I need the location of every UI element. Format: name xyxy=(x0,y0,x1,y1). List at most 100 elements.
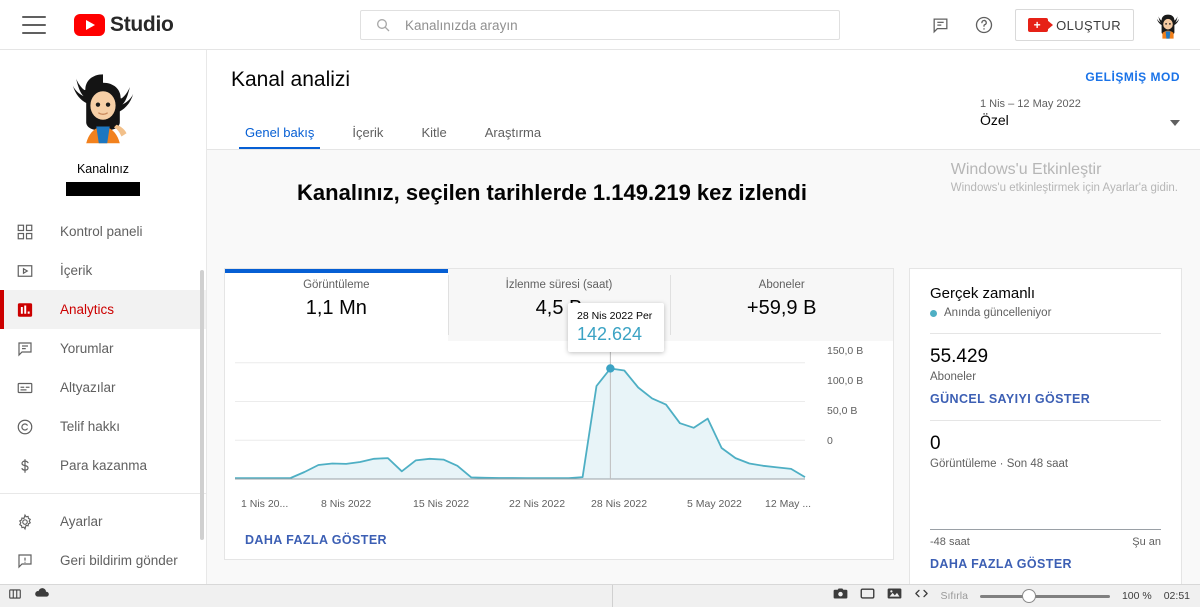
realtime-views-value: 0 xyxy=(930,433,941,454)
tab-arastirma[interactable]: Araştırma xyxy=(471,115,555,150)
header-divider xyxy=(207,149,1200,150)
sidebar-item-analytics[interactable]: Analytics xyxy=(0,290,206,329)
camera-icon[interactable] xyxy=(833,587,848,605)
metric-label: Aboneler xyxy=(758,279,805,291)
image-icon[interactable] xyxy=(887,587,902,605)
sidebar-nav: Kontrol paneli İçerik Analytics Yorumlar… xyxy=(0,212,206,580)
chevron-down-icon[interactable] xyxy=(1170,120,1180,126)
sidebar-item-label: Ayarlar xyxy=(60,514,103,529)
clock-label: 02:51 xyxy=(1163,590,1190,602)
realtime-show-more-link[interactable]: DAHA FAZLA GÖSTER xyxy=(930,557,1161,571)
feedback-icon xyxy=(16,552,42,570)
show-current-count-link[interactable]: GÜNCEL SAYIYI GÖSTER xyxy=(930,392,1161,406)
comment-icon xyxy=(16,340,42,358)
chart-hover-point xyxy=(606,364,615,373)
overview-body: Kanalınız, seçilen tarihlerde 1.149.219 … xyxy=(207,161,1200,598)
main-content: Kanal analizi GELİŞMİŞ MOD 1 Nis – 12 Ma… xyxy=(207,50,1200,598)
sidebar-item-altyazilar[interactable]: Altyazılar xyxy=(0,368,206,407)
sidebar-item-label: İçerik xyxy=(60,263,93,278)
metric-label: Görüntüleme xyxy=(303,279,370,291)
subtitles-icon xyxy=(16,379,42,397)
watermark-title: Windows'u Etkinleştir xyxy=(950,161,1102,178)
sidebar-item-label: Geri bildirim gönder xyxy=(60,553,178,568)
create-button[interactable]: + OLUŞTUR xyxy=(1015,9,1134,41)
slider-knob[interactable] xyxy=(1021,589,1036,603)
tab-kitle[interactable]: Kitle xyxy=(407,115,460,150)
y-tick-label: 100,0 B xyxy=(827,375,864,387)
date-range-selector[interactable]: 1 Nis – 12 May 2022 Özel xyxy=(980,98,1180,128)
analytics-icon xyxy=(16,301,42,319)
dashboard-icon xyxy=(16,223,42,241)
create-video-icon: + xyxy=(1028,18,1054,32)
views-line-chart xyxy=(235,345,806,480)
tab-genel-bakis[interactable]: Genel bakış xyxy=(231,115,328,150)
sidebar: Kanalınız Kontrol paneli İçerik Analytic… xyxy=(0,50,207,584)
gear-icon xyxy=(16,513,42,531)
avatar[interactable] xyxy=(1152,9,1184,41)
analytics-tabs: Genel bakış İçerik Kitle Araştırma xyxy=(231,115,555,150)
feedback-icon[interactable] xyxy=(927,12,953,38)
studio-logo[interactable]: Studio xyxy=(74,13,174,37)
realtime-mini-chart xyxy=(930,476,1161,538)
chart-tooltip: 28 Nis 2022 Per 142.624 xyxy=(568,303,664,352)
realtime-subscribers-label: Aboneler xyxy=(930,371,977,383)
youtube-studio-window: Studio Kanalınızda arayın + OLUŞTUR Kana… xyxy=(0,0,1200,607)
chart-plot-area[interactable]: 28 Nis 2022 Per 142.624 150,0 B 100,0 B xyxy=(225,303,893,516)
realtime-status: Anında güncelleniyor xyxy=(930,307,1161,319)
reset-label[interactable]: Sıfırla xyxy=(941,590,968,602)
sidebar-item-para-kazanma[interactable]: Para kazanma xyxy=(0,446,206,485)
window-icon[interactable] xyxy=(860,587,875,605)
code-icon[interactable] xyxy=(914,587,929,605)
sidebar-item-label: Analytics xyxy=(60,302,115,317)
chart-show-more-link[interactable]: DAHA FAZLA GÖSTER xyxy=(245,533,387,547)
sidebar-item-ayarlar[interactable]: Ayarlar xyxy=(0,502,206,541)
channel-avatar[interactable] xyxy=(61,66,145,150)
create-button-label: OLUŞTUR xyxy=(1056,17,1121,33)
taskbar-right: Sıfırla 100 % 02:51 xyxy=(833,587,1190,605)
y-tick-label: 150,0 B xyxy=(827,345,864,357)
realtime-card: Gerçek zamanlı Anında güncelleniyor 55.4… xyxy=(909,268,1182,598)
metric-tab-aboneler[interactable]: Aboneler +59,9 B xyxy=(670,269,894,341)
sidebar-item-geri-bildirim[interactable]: Geri bildirim gönder xyxy=(0,541,206,580)
page-title: Kanal analizi xyxy=(231,68,351,91)
tab-label: Araştırma xyxy=(484,125,542,140)
metric-value: +59,9 B xyxy=(746,297,817,319)
date-range-preset: Özel xyxy=(980,112,1009,128)
sidebar-item-label: Para kazanma xyxy=(60,458,148,473)
search-bar[interactable] xyxy=(360,10,840,40)
zoom-level-label: 100 % xyxy=(1121,590,1152,602)
x-tick-label: 28 Nis 2022 xyxy=(591,498,648,510)
sidebar-item-telif-hakki[interactable]: Telif hakkı xyxy=(0,407,206,446)
redacted-handle xyxy=(66,182,140,196)
hamburger-icon[interactable] xyxy=(22,15,46,34)
channel-block: Kanalınız xyxy=(0,50,206,196)
youtube-play-icon xyxy=(74,13,105,36)
date-range-value: 1 Nis – 12 May 2022 xyxy=(980,98,1081,110)
metric-value: 1,1 Mn xyxy=(305,297,367,319)
views-chart-card: Görüntüleme 1,1 Mn İzlenme süresi (saat)… xyxy=(224,268,894,560)
top-bar: Studio Kanalınızda arayın + OLUŞTUR xyxy=(0,0,1200,50)
metric-tab-goruntuleme[interactable]: Görüntüleme 1,1 Mn xyxy=(225,269,448,341)
tab-label: Genel bakış xyxy=(245,125,315,140)
analytics-header: Kanal analizi GELİŞMİŞ MOD 1 Nis – 12 Ma… xyxy=(207,50,1200,150)
taskbar-divider xyxy=(612,585,613,607)
sidebar-item-icerik[interactable]: İçerik xyxy=(0,251,206,290)
advanced-mode-link[interactable]: GELİŞMİŞ MOD xyxy=(1085,70,1180,84)
video-icon xyxy=(16,262,42,280)
tooltip-date: 28 Nis 2022 Per xyxy=(577,310,653,322)
sidebar-scrollbar[interactable] xyxy=(200,270,204,540)
zoom-slider[interactable] xyxy=(979,589,1110,603)
realtime-divider-2 xyxy=(930,420,1161,421)
sidebar-item-label: Kontrol paneli xyxy=(60,224,143,239)
realtime-status-label: Anında güncelleniyor xyxy=(944,307,1052,319)
x-tick-label: 12 May ... xyxy=(765,498,812,510)
cloud-icon[interactable] xyxy=(34,587,50,606)
metric-label: İzlenme süresi (saat) xyxy=(505,279,613,291)
sidebar-item-kontrol-paneli[interactable]: Kontrol paneli xyxy=(0,212,206,251)
sidebar-item-yorumlar[interactable]: Yorumlar xyxy=(0,329,206,368)
search-input[interactable] xyxy=(405,17,805,33)
realtime-divider xyxy=(930,333,1161,334)
tab-icerik[interactable]: İçerik xyxy=(338,115,397,150)
layout-icon[interactable] xyxy=(8,587,22,606)
help-icon[interactable] xyxy=(971,12,997,38)
